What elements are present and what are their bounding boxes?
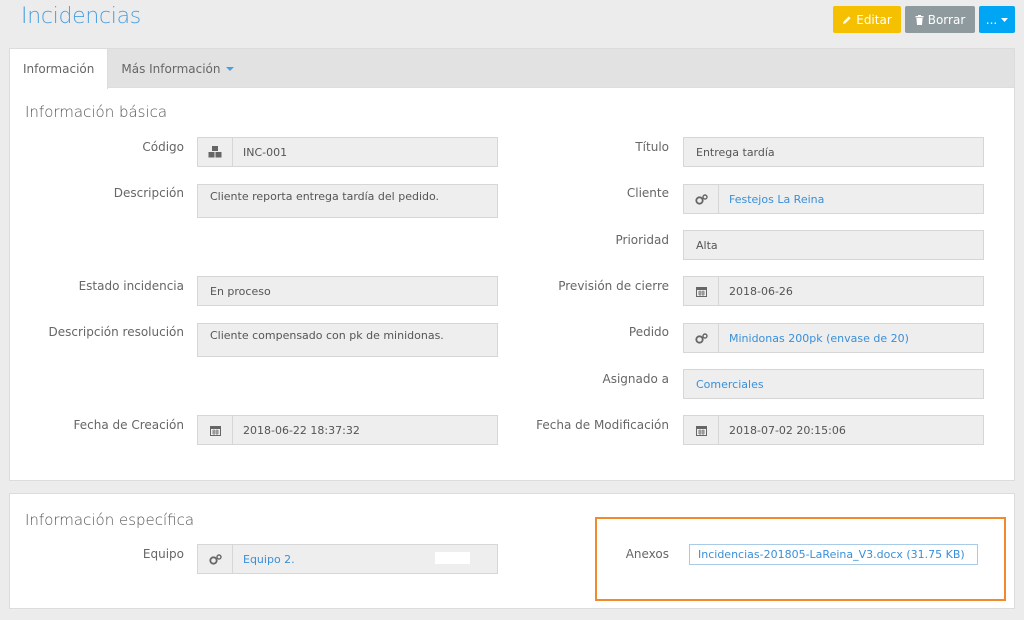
creacion-value: 2018-06-22 18:37:32 [243,423,360,437]
more-actions-button[interactable]: ... [979,6,1015,33]
modificacion-field: 2018-07-02 20:15:06 [683,415,984,445]
gears-icon [684,185,719,213]
anexos-label: Anexos [625,547,669,561]
descripcion-field: Cliente reporta entrega tardía del pedid… [197,184,498,218]
titulo-value: Entrega tardía [696,145,775,159]
page-title: Incidencias [21,4,141,29]
calendar-icon [198,416,233,444]
pedido-link[interactable]: Minidonas 200pk (envase de 20) [719,332,909,345]
resolucion-value: Cliente compensado con pk de minidonas. [210,329,444,342]
prioridad-value: Alta [696,238,718,252]
equipo-label: Equipo [142,547,184,561]
equipo-link[interactable]: Equipo 2. [233,553,295,566]
basic-section-title: Información básica [25,103,168,121]
tab-mas-informacion[interactable]: Más Información [108,49,246,88]
codigo-label: Código [142,140,184,154]
caret-down-icon [1001,17,1009,22]
calendar-icon [684,277,719,305]
cliente-label: Cliente [626,186,669,200]
delete-button[interactable]: Borrar [905,6,975,33]
tab-mas-informacion-label: Más Información [121,61,221,76]
titulo-label: Título [635,140,669,154]
descripcion-value: Cliente reporta entrega tardía del pedid… [210,190,440,203]
pencil-icon [842,15,852,25]
edit-button-label: Editar [856,12,892,27]
resolucion-label: Descripción resolución [48,325,184,339]
prioridad-label: Prioridad [615,233,670,247]
asignado-field: Comerciales [683,369,984,399]
edit-button[interactable]: Editar [833,6,901,33]
specific-section-title: Información específica [25,511,195,529]
tab-informacion-label: Información [23,62,95,76]
titulo-field: Entrega tardía [683,137,984,167]
descripcion-label: Descripción [113,186,184,200]
pedido-label: Pedido [628,325,669,339]
cliente-link[interactable]: Festejos La Reina [719,193,824,206]
cubes-icon [198,138,233,166]
anexos-attachment-link[interactable]: Incidencias-201805-LaReina_V3.docx (31.7… [689,544,978,565]
creacion-label: Fecha de Creación [73,418,184,432]
tab-informacion[interactable]: Información [10,49,109,89]
top-actions: Editar Borrar ... [833,6,1015,33]
modificacion-label: Fecha de Modificación [536,418,669,432]
resolucion-field: Cliente compensado con pk de minidonas. [197,323,498,357]
more-button-label: ... [985,12,998,27]
codigo-field: INC-001 [197,137,498,167]
tab-bar: Información Más Información [10,49,1014,89]
gears-icon [198,545,233,573]
pedido-field: Minidonas 200pk (envase de 20) [683,323,984,353]
prevision-label: Previsión de cierre [558,279,669,293]
redacted-patch [435,552,470,564]
codigo-value: INC-001 [243,145,288,159]
prevision-value: 2018-06-26 [729,284,793,298]
estado-value: En proceso [210,284,271,298]
asignado-link[interactable]: Comerciales [684,378,764,391]
modificacion-value: 2018-07-02 20:15:06 [729,423,846,437]
cliente-field: Festejos La Reina [683,184,984,214]
delete-button-label: Borrar [927,12,966,27]
estado-field: En proceso [197,276,498,306]
estado-label: Estado incidencia [78,279,184,293]
calendar-icon [684,416,719,444]
caret-down-icon [225,66,234,71]
asignado-label: Asignado a [602,372,670,386]
prevision-field: 2018-06-26 [683,276,984,306]
prioridad-field: Alta [683,230,984,260]
trash-icon [915,14,924,25]
creacion-field: 2018-06-22 18:37:32 [197,415,498,445]
gears-icon [684,324,719,352]
